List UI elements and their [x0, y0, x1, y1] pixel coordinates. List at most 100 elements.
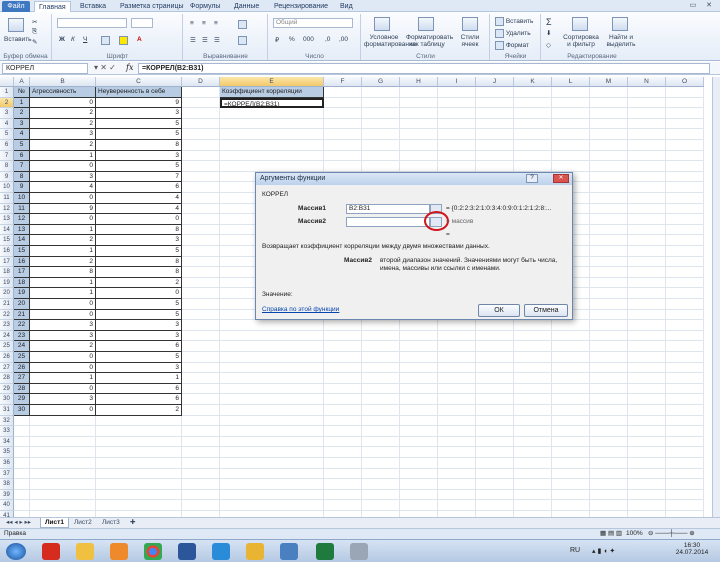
- cell-H31[interactable]: [400, 405, 438, 416]
- row-header[interactable]: 1: [0, 87, 14, 98]
- start-button-icon[interactable]: [6, 543, 26, 560]
- cell-A10[interactable]: 9: [14, 182, 30, 193]
- cell-H29[interactable]: [400, 383, 438, 395]
- cell-E37[interactable]: [220, 468, 324, 480]
- cell-K2[interactable]: [514, 97, 552, 109]
- cell-I33[interactable]: [438, 426, 476, 437]
- cell-C3[interactable]: 3: [96, 108, 182, 119]
- cell-B23[interactable]: 3: [30, 320, 96, 331]
- cell-E2[interactable]: =КОРРЕЛ(B2:B31): [220, 97, 324, 109]
- cell-N4[interactable]: [628, 118, 666, 130]
- cell-O30[interactable]: [666, 394, 704, 405]
- row-header[interactable]: 32: [0, 415, 14, 427]
- cell-N18[interactable]: [628, 267, 666, 278]
- cell-D25[interactable]: [182, 341, 220, 352]
- cell-C5[interactable]: 5: [96, 129, 182, 140]
- cell-E30[interactable]: [220, 394, 324, 405]
- cell-I26[interactable]: [438, 352, 476, 363]
- cell-D12[interactable]: [182, 203, 220, 215]
- paste-button[interactable]: Вставить: [4, 36, 32, 43]
- cell-O1[interactable]: [666, 87, 704, 98]
- cell-A1[interactable]: №: [14, 87, 30, 98]
- cell-B20[interactable]: 1: [30, 288, 96, 299]
- cell-N20[interactable]: [628, 288, 666, 299]
- column-header[interactable]: F: [324, 77, 362, 87]
- cell-K24[interactable]: [514, 330, 552, 342]
- cell-G3[interactable]: [362, 108, 400, 119]
- explorer-folder-icon[interactable]: [76, 543, 94, 560]
- cell-O27[interactable]: [666, 362, 704, 374]
- cell-L3[interactable]: [552, 108, 590, 119]
- cell-B3[interactable]: 2: [30, 108, 96, 119]
- align-top-icon[interactable]: ≡: [190, 20, 194, 27]
- cell-N34[interactable]: [628, 436, 666, 448]
- cell-D40[interactable]: [182, 500, 220, 511]
- italic-icon[interactable]: К: [71, 36, 75, 43]
- cell-B22[interactable]: 0: [30, 309, 96, 321]
- internet-explorer-icon[interactable]: [212, 543, 230, 560]
- row-header[interactable]: 31: [0, 405, 14, 416]
- cell-D7[interactable]: [182, 150, 220, 162]
- cell-K38[interactable]: [514, 479, 552, 490]
- cell-J23[interactable]: [476, 320, 514, 331]
- cell-G37[interactable]: [362, 468, 400, 480]
- cell-A28[interactable]: 27: [14, 373, 30, 384]
- cell-M19[interactable]: [590, 277, 628, 289]
- cell-I6[interactable]: [438, 140, 476, 151]
- cell-B37[interactable]: [30, 468, 96, 480]
- cell-I5[interactable]: [438, 129, 476, 140]
- cell-D17[interactable]: [182, 256, 220, 268]
- cell-N35[interactable]: [628, 447, 666, 458]
- cell-A8[interactable]: 7: [14, 161, 30, 172]
- cell-A39[interactable]: [14, 489, 30, 501]
- cell-H23[interactable]: [400, 320, 438, 331]
- cell-H8[interactable]: [400, 161, 438, 172]
- cell-M23[interactable]: [590, 320, 628, 331]
- cell-B15[interactable]: 2: [30, 235, 96, 246]
- cell-E38[interactable]: [220, 479, 324, 490]
- cell-L7[interactable]: [552, 150, 590, 162]
- cell-M2[interactable]: [590, 97, 628, 109]
- row-header[interactable]: 34: [0, 436, 14, 448]
- cell-G23[interactable]: [362, 320, 400, 331]
- cell-K1[interactable]: [514, 87, 552, 98]
- cell-M29[interactable]: [590, 383, 628, 395]
- cell-K36[interactable]: [514, 458, 552, 469]
- delete-cells-button[interactable]: Удалить: [495, 29, 531, 38]
- cell-F7[interactable]: [324, 150, 362, 162]
- cell-M40[interactable]: [590, 500, 628, 511]
- cell-C25[interactable]: 6: [96, 341, 182, 352]
- cell-D2[interactable]: [182, 97, 220, 109]
- cell-B29[interactable]: 0: [30, 383, 96, 395]
- help-link[interactable]: Справка по этой функции: [262, 306, 339, 313]
- clock[interactable]: 16:30 24.07.2014: [672, 542, 712, 556]
- cell-D28[interactable]: [182, 373, 220, 384]
- cell-O31[interactable]: [666, 405, 704, 416]
- fill-color-icon[interactable]: [119, 36, 128, 45]
- cell-M13[interactable]: [590, 214, 628, 225]
- network-app-icon[interactable]: [280, 543, 298, 560]
- fill-icon[interactable]: ⬇: [546, 29, 551, 37]
- row-header[interactable]: 15: [0, 235, 14, 246]
- cell-F30[interactable]: [324, 394, 362, 405]
- cell-J30[interactable]: [476, 394, 514, 405]
- cell-F40[interactable]: [324, 500, 362, 511]
- cell-I29[interactable]: [438, 383, 476, 395]
- cell-D6[interactable]: [182, 140, 220, 151]
- cell-B24[interactable]: 3: [30, 330, 96, 342]
- row-header[interactable]: 21: [0, 299, 14, 310]
- cell-C39[interactable]: [96, 489, 182, 501]
- cell-B4[interactable]: 2: [30, 118, 96, 130]
- cell-D39[interactable]: [182, 489, 220, 501]
- cell-M38[interactable]: [590, 479, 628, 490]
- cell-E24[interactable]: [220, 330, 324, 342]
- underline-icon[interactable]: Ч: [83, 36, 87, 43]
- tab-review[interactable]: Рецензирование: [274, 1, 328, 12]
- cell-H35[interactable]: [400, 447, 438, 458]
- cell-D11[interactable]: [182, 193, 220, 204]
- row-header[interactable]: 7: [0, 150, 14, 162]
- cell-styles-icon[interactable]: [462, 17, 478, 31]
- cell-C30[interactable]: 6: [96, 394, 182, 405]
- cell-F3[interactable]: [324, 108, 362, 119]
- cell-L30[interactable]: [552, 394, 590, 405]
